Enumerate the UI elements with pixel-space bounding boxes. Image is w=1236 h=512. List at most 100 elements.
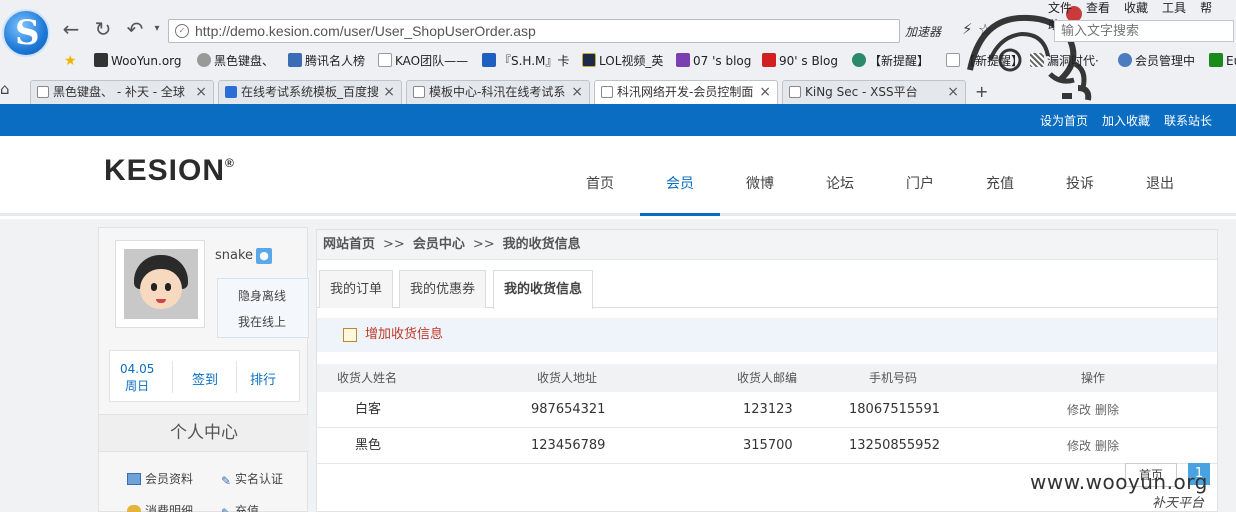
status-invisible-option[interactable]: 隐身离线 bbox=[218, 283, 308, 309]
close-icon[interactable]: × bbox=[759, 81, 771, 103]
browser-logo-icon[interactable]: S bbox=[2, 9, 50, 57]
search-input[interactable] bbox=[1061, 21, 1231, 41]
close-icon[interactable]: × bbox=[947, 81, 959, 103]
back-icon[interactable]: ← bbox=[60, 18, 82, 40]
col-address: 收货人地址 bbox=[537, 371, 598, 385]
delete-link[interactable]: 删除 bbox=[1095, 428, 1119, 464]
address-bar[interactable]: ✓ http://demo.kesion.com/user/User_ShopU… bbox=[168, 19, 900, 43]
undo-dropdown-icon[interactable]: ▾ bbox=[146, 18, 168, 40]
pencil-icon: ✎ bbox=[221, 506, 231, 512]
set-homepage-link[interactable]: 设为首页 bbox=[1040, 114, 1088, 128]
edit-link[interactable]: 修改 bbox=[1067, 392, 1091, 428]
bookmark-item[interactable]: 07 's blog bbox=[676, 52, 751, 70]
id-card-icon bbox=[127, 473, 141, 485]
accelerator-label[interactable]: 加速器 bbox=[905, 23, 941, 40]
green-icon bbox=[1209, 53, 1223, 67]
close-icon[interactable]: × bbox=[571, 81, 583, 103]
bookmark-item[interactable]: 『S.H.M』卡 bbox=[482, 52, 569, 70]
browser-tab-active[interactable]: 科汛网络开发-会员控制面 × bbox=[594, 80, 778, 105]
pattern-icon bbox=[1030, 53, 1044, 67]
avatar[interactable] bbox=[115, 240, 205, 328]
lol-icon bbox=[582, 53, 596, 67]
new-tab-icon[interactable]: + bbox=[975, 82, 999, 102]
consumption-detail-link[interactable]: 消费明细 bbox=[127, 502, 193, 512]
member-sidebar: snake ● 隐身离线 我在线上 04.05 周日 签到 排行 个人中心 会员资… bbox=[98, 227, 309, 512]
screen: S ← ↻ ↶ ▾ ✓ http://demo.kesion.com/user/… bbox=[0, 0, 1236, 512]
bookmark-item[interactable]: 黑色键盘、 bbox=[197, 52, 274, 70]
shield-icon bbox=[288, 53, 302, 67]
nav-complaint[interactable]: 投诉 bbox=[1040, 136, 1120, 216]
watermark-domain: www.wooyun.org bbox=[1030, 470, 1208, 494]
breadcrumb-member-center[interactable]: 会员中心 bbox=[413, 237, 465, 252]
kesion-logo[interactable]: KESION® bbox=[104, 154, 235, 188]
nav-portal[interactable]: 门户 bbox=[880, 136, 960, 216]
add-address-link[interactable]: 增加收货信息 bbox=[365, 318, 443, 352]
undo-icon[interactable]: ↶ bbox=[124, 18, 146, 40]
page-icon bbox=[946, 53, 960, 67]
red-90-icon bbox=[762, 53, 776, 67]
browser-tab[interactable]: 黑色键盘、 - 补天 - 全球 × bbox=[30, 80, 214, 104]
close-icon[interactable]: × bbox=[383, 81, 395, 103]
signin-date: 04.05 周日 bbox=[120, 362, 155, 393]
delete-link[interactable]: 删除 bbox=[1095, 392, 1119, 428]
bookmark-item[interactable]: LOL视频_英 bbox=[582, 52, 663, 70]
tab-my-orders[interactable]: 我的订单 bbox=[319, 270, 394, 308]
add-address-bar: 增加收货信息 bbox=[317, 318, 1217, 352]
contact-admin-link[interactable]: 联系站长 bbox=[1164, 114, 1212, 128]
bookmark-item[interactable]: 90' s Blog bbox=[762, 52, 838, 70]
bookmark-item[interactable]: WooYun.org bbox=[94, 52, 182, 70]
col-actions: 操作 bbox=[1081, 371, 1106, 385]
recharge-link[interactable]: ✎充值 bbox=[221, 502, 259, 512]
tab-my-addresses[interactable]: 我的收货信息 bbox=[493, 270, 594, 309]
paw-icon bbox=[225, 86, 237, 98]
refresh-icon[interactable]: ↻ bbox=[92, 18, 114, 40]
address-text: http://demo.kesion.com/user/User_ShopUse… bbox=[195, 23, 536, 39]
browser-tab[interactable]: 模板中心-科汛在线考试系 × bbox=[406, 80, 590, 104]
breadcrumb-current: 我的收货信息 bbox=[502, 237, 581, 252]
close-icon[interactable]: × bbox=[195, 81, 207, 103]
bookmark-item[interactable]: 【新提醒】 bbox=[852, 52, 929, 70]
browser-tab[interactable]: 在线考试系统模板_百度搜 × bbox=[218, 80, 402, 104]
breadcrumb-home[interactable]: 网站首页 bbox=[323, 237, 375, 252]
edit-link[interactable]: 修改 bbox=[1067, 428, 1091, 464]
real-name-link[interactable]: ✎ 实名认证 bbox=[221, 470, 283, 488]
nav-home[interactable]: 首页 bbox=[560, 136, 640, 216]
xss-icon bbox=[789, 86, 801, 98]
bookmark-item[interactable]: 腾讯名人榜 bbox=[288, 52, 365, 70]
nav-logout[interactable]: 退出 bbox=[1120, 136, 1200, 216]
star-icon bbox=[197, 53, 211, 67]
ranking-button[interactable]: 排行 bbox=[250, 369, 276, 388]
bookmark-item[interactable]: Eu bbox=[1209, 52, 1236, 70]
wooyun-icon bbox=[94, 53, 108, 67]
add-favorite-link[interactable]: 加入收藏 bbox=[1102, 114, 1150, 128]
status-online-option[interactable]: 我在线上 bbox=[218, 309, 308, 335]
menu-view[interactable]: 查看 bbox=[1086, 1, 1110, 15]
site-header: KESION® 首页 会员 微博 论坛 门户 充值 投诉 退出 bbox=[0, 136, 1236, 216]
menu-tools[interactable]: 工具 bbox=[1162, 1, 1186, 15]
edit-note-icon bbox=[343, 328, 357, 342]
member-profile-link[interactable]: 会员资料 bbox=[127, 470, 193, 487]
menu-file[interactable]: 文件 bbox=[1048, 1, 1072, 15]
browser-chrome: S ← ↻ ↶ ▾ ✓ http://demo.kesion.com/user/… bbox=[0, 0, 1236, 105]
signin-button[interactable]: 签到 bbox=[192, 369, 218, 388]
browser-tab[interactable]: KiNg Sec - XSS平台 × bbox=[782, 80, 966, 104]
col-zip: 收货人邮编 bbox=[737, 371, 798, 385]
search-box[interactable] bbox=[1054, 20, 1234, 42]
col-name: 收货人姓名 bbox=[337, 371, 398, 385]
nav-weibo[interactable]: 微博 bbox=[720, 136, 800, 216]
star-icon bbox=[37, 86, 49, 98]
nav-recharge[interactable]: 充值 bbox=[960, 136, 1040, 216]
menu-favorites[interactable]: 收藏 bbox=[1124, 1, 1148, 15]
pencil-icon: ✎ bbox=[221, 474, 232, 488]
bookmark-item[interactable]: 漏洞时代· bbox=[1030, 52, 1099, 70]
nav-forum[interactable]: 论坛 bbox=[800, 136, 880, 216]
home-icon[interactable]: ⌂ bbox=[0, 80, 18, 100]
nav-member[interactable]: 会员 bbox=[640, 136, 720, 216]
favorites-star-icon[interactable]: ★ bbox=[64, 53, 77, 69]
bookmark-item[interactable]: 会员管理中 bbox=[1118, 52, 1195, 70]
tab-my-coupons[interactable]: 我的优惠券 bbox=[399, 270, 487, 308]
bookmark-item[interactable]: KAO团队—— bbox=[378, 52, 468, 70]
user-card-icon[interactable]: ● bbox=[256, 248, 272, 264]
page-icon bbox=[378, 53, 392, 67]
bookmark-item[interactable]: 【新提醒】 bbox=[946, 52, 1023, 70]
